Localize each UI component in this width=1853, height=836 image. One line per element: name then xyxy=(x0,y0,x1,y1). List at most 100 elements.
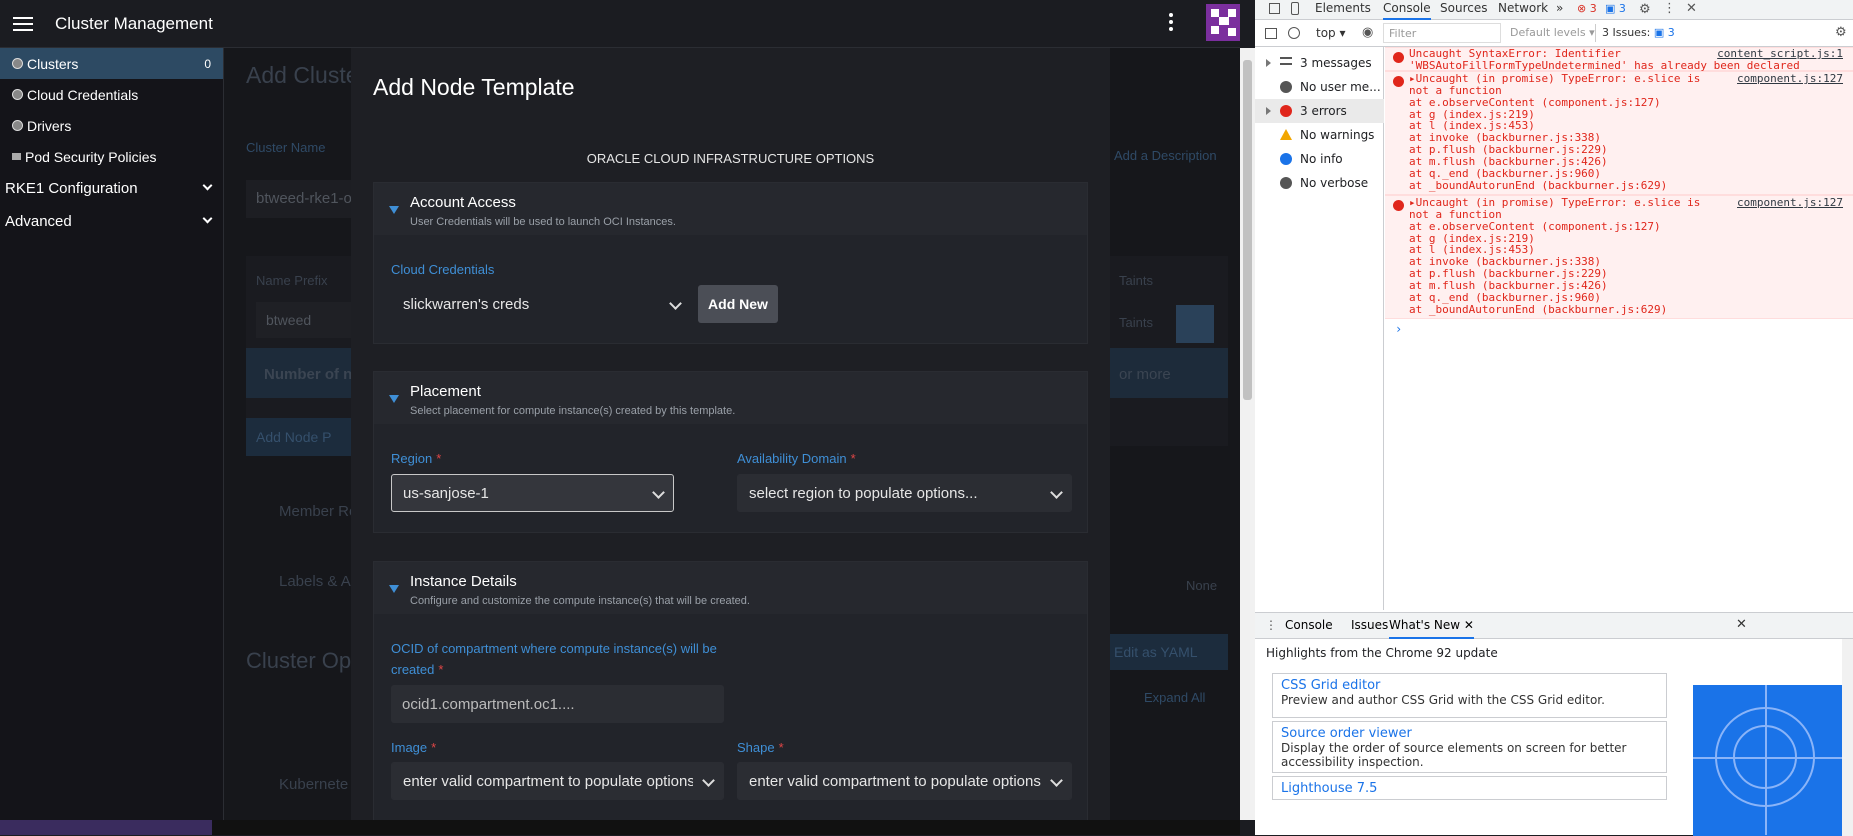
eye-icon[interactable]: ◉ xyxy=(1362,25,1373,40)
console-prompt[interactable]: › xyxy=(1395,322,1402,336)
sidebar-group-rke1[interactable]: RKE1 Configuration xyxy=(0,172,223,205)
expand-all-link[interactable]: Expand All xyxy=(1144,690,1205,705)
whats-new-card[interactable]: Source order viewer Display the order of… xyxy=(1272,721,1667,773)
add-node-pool-button[interactable]: Add Node P xyxy=(246,418,356,456)
kebab-icon[interactable]: ⋮ xyxy=(1663,1,1676,16)
required-marker: * xyxy=(438,662,444,677)
member-roles-title[interactable]: Member Ro xyxy=(279,503,357,520)
labels-title[interactable]: Labels & A xyxy=(279,573,351,590)
add-new-button[interactable]: Add New xyxy=(698,285,778,323)
tab-elements[interactable]: Elements xyxy=(1315,0,1371,20)
issues-button[interactable]: 3 Issues: ▣ 3 xyxy=(1595,24,1675,42)
issues-count-value: 3 xyxy=(1667,26,1675,39)
sidebar-group-advanced[interactable]: Advanced xyxy=(0,205,223,238)
close-icon[interactable]: ✕ xyxy=(1686,1,1697,16)
levels-value: Default levels xyxy=(1510,26,1586,39)
clear-console-icon[interactable] xyxy=(1288,27,1300,39)
settings-icon[interactable]: ⚙ xyxy=(1835,25,1847,40)
taints-link[interactable]: Taints xyxy=(1119,315,1153,330)
rancher-app: Cluster Management Clusters 0 Cloud Cred… xyxy=(0,0,1240,835)
more-options-icon[interactable] xyxy=(1169,13,1173,31)
whats-new-card[interactable]: Lighthouse 7.5 xyxy=(1272,776,1667,800)
cloud-credentials-select[interactable]: slickwarren's creds xyxy=(391,285,691,323)
remove-pool-button[interactable] xyxy=(1176,305,1214,343)
cluster-options-title: Cluster Opt xyxy=(246,648,358,673)
error-count-badge[interactable]: ⊗ 3 xyxy=(1577,2,1597,15)
page-scrollbar-thumb[interactable] xyxy=(1243,60,1252,400)
edit-as-yaml-button[interactable]: Edit as YAML xyxy=(1104,634,1228,670)
add-description-link[interactable]: Add a Description xyxy=(1114,148,1217,163)
region-label: Region * xyxy=(391,448,441,469)
console-toolbar: top ▾ ◉ Filter Default levels ▾ 3 Issues… xyxy=(1255,21,1853,47)
select-value: enter valid compartment to populate opti… xyxy=(749,772,1041,790)
avatar[interactable] xyxy=(1206,4,1240,41)
more-tabs-icon[interactable]: » xyxy=(1556,0,1563,20)
kubernetes-title[interactable]: Kubernete xyxy=(279,776,348,793)
gear-icon[interactable]: ⚙ xyxy=(1639,2,1651,17)
console-output: Uncaught SyntaxError: Identifier 'WBSAut… xyxy=(1385,47,1853,610)
chevron-down-icon xyxy=(1050,486,1063,499)
sidebar-item-label: Cloud Credentials xyxy=(27,86,139,103)
drawer-tab-console[interactable]: Console xyxy=(1285,618,1333,632)
issues-count: ▣ 3 xyxy=(1653,26,1675,39)
chevron-down-icon xyxy=(202,213,213,224)
info-count-badge[interactable]: ▣ 3 xyxy=(1605,2,1626,15)
close-icon[interactable]: ✕ xyxy=(1736,617,1747,632)
image-select[interactable]: enter valid compartment to populate opti… xyxy=(391,762,724,800)
select-value: us-sanjose-1 xyxy=(403,484,489,502)
globe-icon xyxy=(12,58,23,69)
sidebar-info[interactable]: No info xyxy=(1255,147,1384,171)
availability-domain-select[interactable]: select region to populate options... xyxy=(737,474,1072,512)
context-select[interactable]: top ▾ xyxy=(1316,26,1346,40)
close-icon[interactable]: ✕ xyxy=(1464,618,1474,632)
menu-icon[interactable] xyxy=(13,16,33,31)
tab-sources[interactable]: Sources xyxy=(1440,0,1487,20)
sidebar-warnings[interactable]: No warnings xyxy=(1255,123,1384,147)
region-select[interactable]: us-sanjose-1 xyxy=(391,474,674,512)
sidebar-group-label: Advanced xyxy=(5,213,72,230)
cloud-credentials-label: Cloud Credentials xyxy=(391,262,495,277)
sidebar-toggle-icon[interactable] xyxy=(1265,28,1277,39)
error-source-link[interactable]: component.js:127 xyxy=(1737,72,1843,85)
expand-arrow-icon xyxy=(1266,59,1271,67)
drawer-tab-whats-new[interactable]: What's New ✕ xyxy=(1389,618,1474,639)
error-source-link[interactable]: content_script.js:1 xyxy=(1717,47,1843,60)
badge-count: 3 xyxy=(1589,2,1597,15)
devtools-panel: Elements Console Sources Network » ⊗ 3 ▣… xyxy=(1255,0,1853,836)
sidebar-user-messages[interactable]: No user me... xyxy=(1255,75,1384,99)
whats-new-card[interactable]: CSS Grid editor Preview and author CSS G… xyxy=(1272,673,1667,718)
sidebar-errors[interactable]: 3 errors xyxy=(1255,99,1384,123)
placement-header[interactable]: Placement Select placement for compute i… xyxy=(374,372,1087,424)
error-icon xyxy=(1393,76,1404,87)
tab-network[interactable]: Network xyxy=(1498,0,1548,20)
chevron-down-icon xyxy=(669,297,682,310)
instance-details-header[interactable]: Instance Details Configure and customize… xyxy=(374,562,1087,614)
account-access-header[interactable]: Account Access User Credentials will be … xyxy=(374,183,1087,235)
sidebar-item-cloud-credentials[interactable]: Cloud Credentials xyxy=(0,79,223,110)
placement-section: Placement Select placement for compute i… xyxy=(373,371,1088,533)
tab-console[interactable]: Console xyxy=(1383,0,1431,20)
sidebar-item-pod-security-policies[interactable]: Pod Security Policies xyxy=(0,141,223,172)
name-prefix-header: Name Prefix xyxy=(256,273,328,288)
sidebar-item-clusters[interactable]: Clusters 0 xyxy=(0,48,223,79)
device-icon[interactable] xyxy=(1291,2,1299,15)
kebab-icon[interactable]: ⋮ xyxy=(1265,618,1277,632)
issues-label: 3 Issues: xyxy=(1602,26,1651,39)
error-source-link[interactable]: component.js:127 xyxy=(1737,196,1843,209)
levels-select[interactable]: Default levels ▾ xyxy=(1510,26,1595,39)
shape-select[interactable]: enter valid compartment to populate opti… xyxy=(737,762,1072,800)
ocid-input[interactable]: ocid1.compartment.oc1.... xyxy=(391,685,724,723)
sidebar-item-drivers[interactable]: Drivers xyxy=(0,110,223,141)
filter-input[interactable]: Filter xyxy=(1383,23,1501,43)
section-subtitle: Select placement for compute instance(s)… xyxy=(410,405,736,417)
sidebar-item-label: Clusters xyxy=(27,55,79,72)
caret-down-icon xyxy=(389,585,399,593)
sidebar-verbose[interactable]: No verbose xyxy=(1255,171,1384,195)
drawer-scrollbar[interactable] xyxy=(1842,639,1853,836)
globe-icon xyxy=(12,89,23,100)
stack-line: at _boundAutorunEnd (backburner.js:629) xyxy=(1409,303,1668,316)
select-value: enter valid compartment to populate opti… xyxy=(403,772,693,790)
sidebar-messages[interactable]: 3 messages xyxy=(1255,51,1384,75)
inspect-icon[interactable] xyxy=(1269,3,1280,14)
drawer-tab-issues[interactable]: Issues xyxy=(1351,618,1388,632)
